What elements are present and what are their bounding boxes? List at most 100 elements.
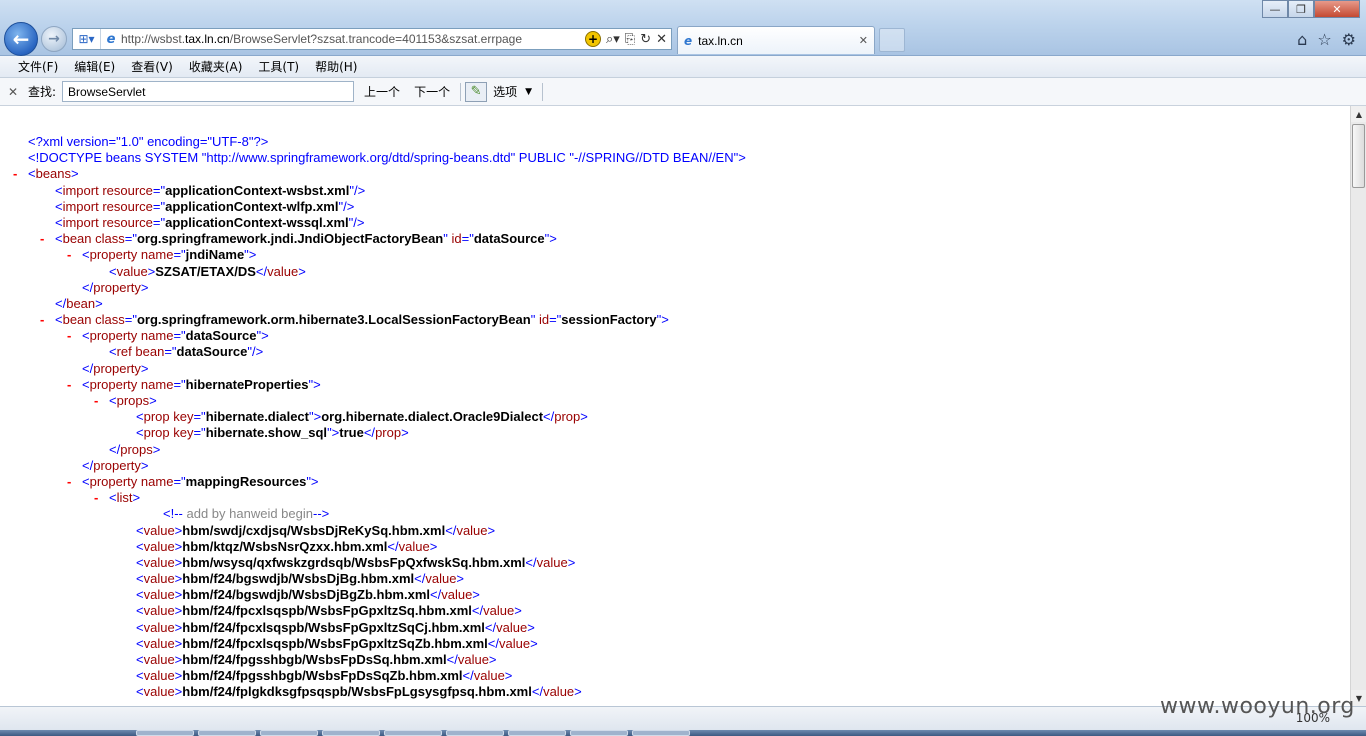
taskbar-button[interactable]	[508, 730, 566, 736]
chevron-down-icon[interactable]: ▼	[525, 87, 532, 97]
taskbar-button[interactable]	[322, 730, 380, 736]
xml-token: <	[136, 554, 144, 570]
scroll-up-icon[interactable]: ▲	[1351, 106, 1366, 122]
menu-file[interactable]: 文件(F)	[18, 58, 58, 75]
taskbar-button[interactable]	[384, 730, 442, 736]
browser-tab[interactable]: e tax.ln.cn ✕	[677, 26, 875, 54]
new-tab-button[interactable]	[879, 28, 905, 52]
menu-help[interactable]: 帮助(H)	[315, 58, 357, 75]
collapse-toggle[interactable]: -	[67, 377, 71, 393]
menu-edit[interactable]: 编辑(E)	[74, 58, 115, 75]
xml-token: beans	[35, 166, 72, 182]
collapse-toggle[interactable]: -	[40, 312, 44, 328]
vertical-scrollbar[interactable]: ▲ ▼	[1350, 106, 1366, 706]
find-separator	[460, 82, 462, 101]
watermark: www.wooyun.org	[1160, 694, 1355, 719]
find-next-button[interactable]: 下一个	[414, 83, 450, 100]
collapse-toggle[interactable]: -	[67, 474, 71, 490]
highlight-pen-icon[interactable]: ✎	[465, 81, 488, 102]
maximize-button[interactable]: ❐	[1288, 0, 1314, 18]
xml-token: ="	[124, 231, 137, 247]
xml-token: >	[567, 554, 576, 570]
home-icon[interactable]: ⌂	[1297, 30, 1307, 49]
taskbar-button[interactable]	[136, 730, 194, 736]
find-bar: ✕ 查找: 上一个 下一个 ✎ 选项 ▼	[0, 78, 1366, 106]
xml-line-text: <?xml version="1.0" encoding="UTF-8"?>	[28, 134, 268, 150]
xml-token: >	[487, 522, 496, 538]
taskbar-button[interactable]	[570, 730, 628, 736]
xml-token: id	[535, 312, 550, 328]
collapse-toggle[interactable]: -	[13, 166, 17, 182]
collapse-toggle[interactable]: -	[67, 247, 71, 263]
minimize-button[interactable]: —	[1262, 0, 1288, 18]
xml-token: hbm/f24/fpcxlsqspb/WsbsFpGpxltzSqCj.hbm.…	[182, 619, 485, 635]
addon-plus-icon[interactable]: +	[584, 31, 601, 47]
xml-token: <	[136, 538, 144, 554]
forward-button[interactable]: →	[41, 26, 67, 52]
xml-token: value	[143, 522, 175, 538]
taskbar-button[interactable]	[446, 730, 504, 736]
xml-token: prop	[143, 425, 170, 441]
collapse-toggle[interactable]: -	[94, 490, 98, 506]
xml-token: >	[71, 166, 79, 182]
xml-token: name	[137, 247, 174, 263]
find-previous-button[interactable]: 上一个	[364, 83, 400, 100]
menu-favorites[interactable]: 收藏夹(A)	[189, 58, 243, 75]
tools-gear-icon[interactable]: ⚙	[1342, 30, 1356, 49]
xml-token: ">	[308, 376, 321, 392]
taskbar-button[interactable]	[260, 730, 318, 736]
address-url[interactable]: http://wsbst.tax.ln.cn/BrowseServlet?szs…	[121, 32, 551, 46]
close-window-button[interactable]: ✕	[1314, 0, 1360, 18]
xml-token: </	[387, 538, 399, 554]
taskbar-button[interactable]	[632, 730, 690, 736]
xml-token: </	[484, 619, 497, 635]
xml-token: <	[109, 263, 117, 279]
xml-token: id	[447, 231, 462, 247]
xml-line: <value>hbm/f24/bgswdjb/WsbsDjBgZb.hbm.xm…	[0, 587, 1350, 603]
scroll-thumb[interactable]	[1352, 124, 1365, 188]
refresh-icon[interactable]: ↻	[640, 32, 651, 47]
collapse-toggle[interactable]: -	[94, 393, 98, 409]
address-bar[interactable]: ⊞▾ e http://wsbst.tax.ln.cn/BrowseServle…	[72, 28, 672, 50]
menu-view[interactable]: 查看(V)	[131, 58, 173, 75]
xml-token: property	[93, 457, 141, 473]
page-content: <?xml version="1.0" encoding="UTF-8"?> <!…	[0, 106, 1350, 706]
tab-close-icon[interactable]: ✕	[859, 34, 868, 47]
compat-view-button-icon[interactable]: ⎘	[625, 32, 635, 47]
compatibility-view-icon[interactable]: ⊞▾	[73, 29, 101, 49]
menu-bar: 文件(F) 编辑(E) 查看(V) 收藏夹(A) 工具(T) 帮助(H)	[0, 56, 1366, 78]
find-options-button[interactable]: 选项	[493, 83, 517, 100]
xml-token: list	[116, 490, 133, 506]
collapse-toggle[interactable]: -	[67, 328, 71, 344]
xml-token: <	[136, 425, 144, 441]
xml-token: hbm/f24/fplgkdksgfpsqspb/WsbsFpLgsysgfps…	[182, 684, 532, 700]
xml-token: </	[531, 684, 544, 700]
stop-icon[interactable]: ✕	[656, 32, 667, 47]
xml-token: >	[580, 409, 588, 425]
taskbar-button[interactable]	[198, 730, 256, 736]
xml-line-text: <value>hbm/f24/fpgsshbgb/WsbsFpDsSq.hbm.…	[136, 652, 497, 668]
browser-toolbar: ← → ⊞▾ e http://wsbst.tax.ln.cn/BrowseSe…	[0, 0, 1366, 56]
menu-tools[interactable]: 工具(T)	[258, 58, 299, 75]
xml-line: <import resource="applicationContext-wss…	[0, 215, 1350, 231]
find-input[interactable]	[62, 81, 355, 102]
xml-token: name	[137, 473, 174, 489]
xml-line-text: <ref bean="dataSource"/>	[109, 344, 263, 360]
favorites-star-icon[interactable]: ☆	[1317, 30, 1331, 49]
xml-line: <!DOCTYPE beans SYSTEM "http://www.sprin…	[0, 150, 1350, 166]
xml-token: property	[93, 279, 141, 295]
xml-token: ="	[152, 214, 166, 230]
find-close-icon[interactable]: ✕	[8, 85, 22, 99]
xml-line-text: <list>	[109, 490, 140, 506]
xml-line: - <property name="mappingResources">	[0, 474, 1350, 490]
xml-token: >	[149, 393, 157, 408]
back-button[interactable]: ←	[4, 22, 38, 56]
xml-token: </	[471, 603, 484, 619]
search-dropdown-icon[interactable]: ⌕▾	[606, 32, 620, 47]
xml-token: ="	[173, 247, 186, 263]
xml-token: <!DOCTYPE beans SYSTEM "http://www.sprin…	[28, 150, 746, 166]
xml-line: </bean>	[0, 296, 1350, 312]
collapse-toggle[interactable]: -	[40, 231, 44, 247]
xml-token: >	[488, 652, 497, 667]
xml-token: ="	[152, 182, 166, 198]
